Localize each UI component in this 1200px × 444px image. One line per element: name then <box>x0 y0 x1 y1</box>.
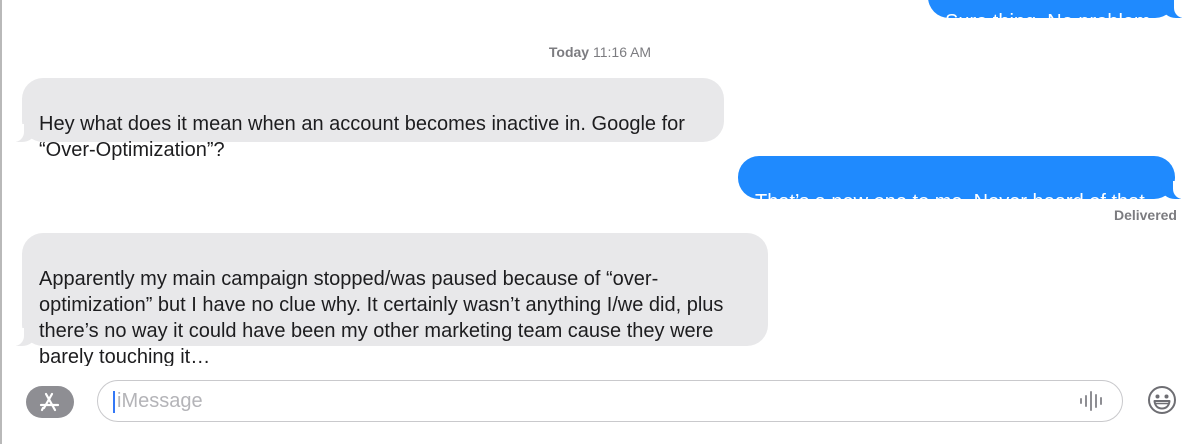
message-timestamp: Today 11:16 AM <box>2 44 1200 60</box>
text-cursor <box>113 391 115 413</box>
message-bubble-sent[interactable]: That’s a new one to me. Never heard of t… <box>738 156 1185 213</box>
input-placeholder: iMessage <box>117 390 203 412</box>
message-text: That’s a new one to me. Never heard of t… <box>755 191 1151 213</box>
audio-waveform-icon[interactable] <box>1078 390 1106 412</box>
message-bubble-received[interactable]: Apparently my main campaign stopped/was … <box>12 233 768 366</box>
message-transcript[interactable]: Sure thing. No problem. Today 11:16 AM H… <box>2 0 1200 366</box>
emoji-icon[interactable] <box>1146 384 1178 416</box>
compose-bar: iMessage <box>2 366 1200 444</box>
message-text: Sure thing. No problem. <box>945 11 1157 33</box>
message-text: Hey what does it mean when an account be… <box>39 113 685 161</box>
apps-button[interactable] <box>26 386 74 418</box>
message-bubble-sent-partial[interactable]: Sure thing. No problem. <box>928 0 1186 33</box>
message-text: Apparently my main campaign stopped/was … <box>39 268 724 366</box>
app-store-icon <box>39 392 60 412</box>
messages-window: Sure thing. No problem. Today 11:16 AM H… <box>0 0 1200 444</box>
timestamp-time: 11:16 AM <box>592 44 652 60</box>
imessage-input[interactable]: iMessage <box>97 380 1123 422</box>
message-bubble-received[interactable]: Hey what does it mean when an account be… <box>12 78 724 161</box>
timestamp-day: Today <box>548 44 590 60</box>
